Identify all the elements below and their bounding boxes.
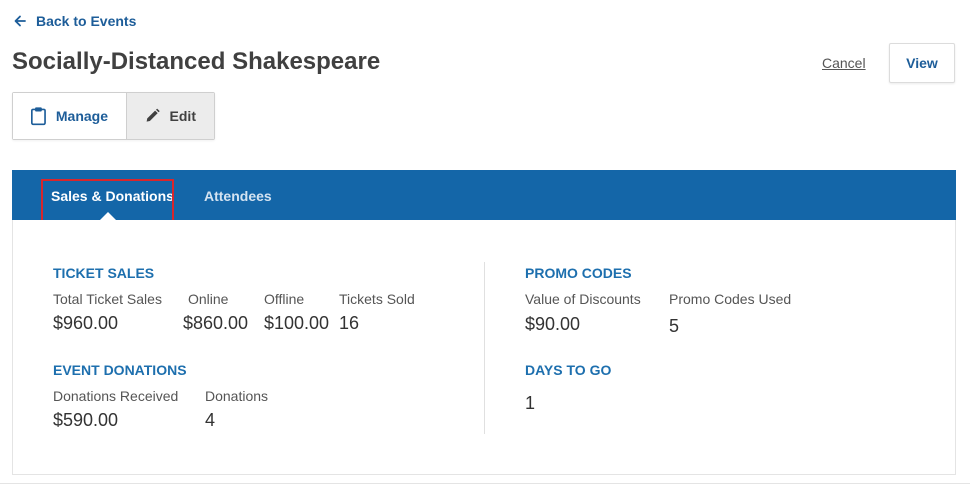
tickets-sold-label: Tickets Sold	[339, 291, 415, 307]
promo-codes-title: PROMO CODES	[525, 265, 632, 281]
days-to-go-value: 1	[525, 393, 536, 413]
offline-label: Offline	[264, 291, 305, 307]
mode-toggle: Manage Edit	[12, 92, 215, 140]
promo-codes-used-label: Promo Codes Used	[669, 291, 792, 307]
pencil-icon	[146, 108, 160, 122]
online-value: $860.00	[183, 313, 249, 333]
donations-label: Donations	[205, 388, 269, 404]
view-button[interactable]: View	[889, 43, 955, 83]
tab-attendees[interactable]: Attendees	[204, 170, 272, 220]
donations-received-value: $590.00	[53, 410, 119, 430]
back-to-events-label: Back to Events	[36, 13, 137, 29]
clipboard-icon	[31, 107, 46, 126]
value-of-discounts-value: $90.00	[525, 314, 581, 334]
ticket-sales-title: TICKET SALES	[53, 265, 155, 281]
bottom-divider	[0, 483, 970, 484]
page-title: Socially-Distanced Shakespeare	[12, 48, 381, 75]
online-label: Online	[188, 291, 229, 307]
cancel-link[interactable]: Cancel	[822, 55, 866, 71]
donations-value: 4	[205, 410, 216, 430]
manage-button[interactable]: Manage	[13, 93, 126, 139]
tickets-sold-value: 16	[339, 313, 360, 333]
column-divider	[484, 262, 485, 434]
total-ticket-sales-label: Total Ticket Sales	[53, 291, 162, 307]
manage-label: Manage	[55, 108, 108, 124]
total-ticket-sales-value: $960.00	[53, 313, 119, 333]
event-donations-title: EVENT DONATIONS	[53, 362, 187, 378]
days-to-go-title: DAYS TO GO	[525, 362, 612, 378]
edit-button[interactable]: Edit	[126, 93, 214, 139]
edit-label: Edit	[169, 108, 196, 124]
value-of-discounts-label: Value of Discounts	[525, 291, 641, 307]
donations-received-label: Donations Received	[53, 388, 179, 404]
arrow-left-icon	[14, 15, 26, 27]
back-to-events-link[interactable]: Back to Events	[14, 13, 136, 29]
promo-codes-used-value: 5	[669, 316, 680, 336]
offline-value: $100.00	[264, 313, 330, 333]
